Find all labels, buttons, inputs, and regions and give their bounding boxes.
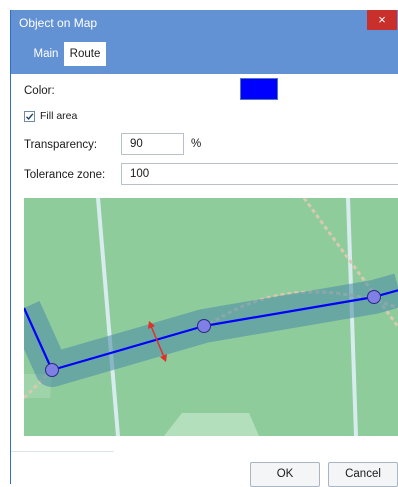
color-swatch-button[interactable] <box>240 78 278 100</box>
fill-area-label: Fill area <box>40 110 78 122</box>
route-waypoint[interactable] <box>45 363 59 377</box>
fill-area-checkbox[interactable] <box>24 111 35 122</box>
tab-main[interactable]: Main <box>29 42 63 66</box>
checkmark-icon <box>25 113 34 121</box>
route-waypoint[interactable] <box>197 319 211 333</box>
tolerance-zone-input[interactable]: 100 <box>121 163 398 185</box>
color-label: Color: <box>24 85 55 97</box>
transparency-label: Transparency: <box>24 139 98 151</box>
footer-divider <box>11 451 114 452</box>
title-bar: Object on Map × <box>11 10 398 36</box>
transparency-unit: % <box>191 138 202 150</box>
route-map-preview[interactable] <box>24 198 398 436</box>
object-on-map-dialog: Object on Map × Main Route Color: Fill a… <box>10 10 398 487</box>
tolerance-zone-label: Tolerance zone: <box>24 169 106 181</box>
ok-button[interactable]: OK <box>250 462 320 487</box>
transparency-input[interactable]: 90 <box>121 133 184 155</box>
dialog-title: Object on Map <box>19 16 98 30</box>
close-button[interactable]: × <box>367 10 397 30</box>
tab-route[interactable]: Route <box>64 42 106 66</box>
route-waypoint[interactable] <box>367 290 381 304</box>
cancel-button[interactable]: Cancel <box>328 462 398 487</box>
